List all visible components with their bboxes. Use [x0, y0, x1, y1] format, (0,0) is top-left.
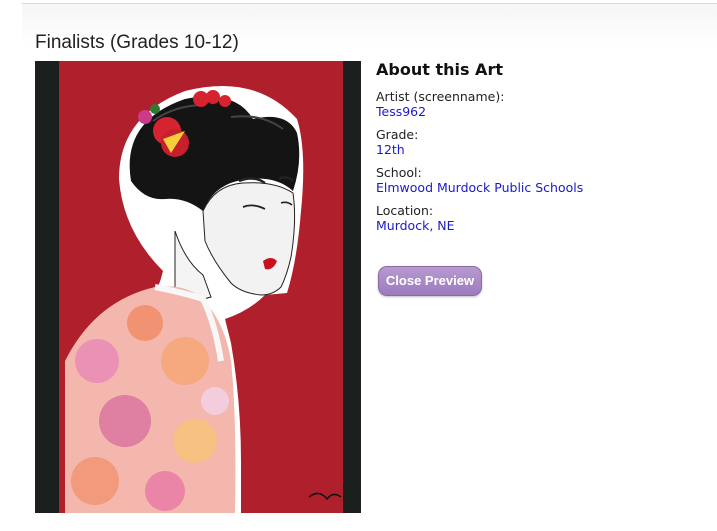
grade-label: Grade:: [376, 127, 419, 142]
artwork-image: [35, 61, 361, 513]
artist-label: Artist (screenname):: [376, 89, 505, 104]
about-heading: About this Art: [376, 60, 503, 79]
location-label: Location:: [376, 203, 434, 218]
grade-link[interactable]: 12th: [376, 142, 405, 157]
section-title: Finalists (Grades 10-12): [35, 31, 239, 53]
about-panel: About this Art Artist (screenname): Tess…: [376, 60, 696, 241]
artist-link[interactable]: Tess962: [376, 104, 426, 119]
location-field: Location: Murdock, NE: [376, 203, 696, 233]
school-label: School:: [376, 165, 422, 180]
grade-field: Grade: 12th: [376, 127, 696, 157]
school-field: School: Elmwood Murdock Public Schools: [376, 165, 696, 195]
school-link[interactable]: Elmwood Murdock Public Schools: [376, 180, 583, 195]
close-preview-button[interactable]: Close Preview: [378, 266, 482, 296]
location-link[interactable]: Murdock, NE: [376, 218, 455, 233]
artist-field: Artist (screenname): Tess962: [376, 89, 696, 119]
